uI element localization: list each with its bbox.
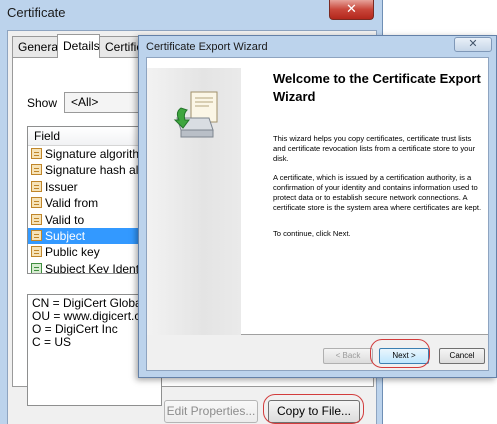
wizard-close-button[interactable]: ✕ [454, 37, 492, 52]
show-label: Show [27, 96, 58, 110]
field-label: Valid to [45, 212, 85, 227]
back-button[interactable]: < Back [323, 348, 373, 364]
tab-certification-path[interactable]: Certification Path [99, 36, 143, 57]
extension-field-icon [31, 262, 42, 273]
tab-details[interactable]: Details [57, 34, 100, 58]
certificate-field-icon [31, 229, 42, 241]
certificate-field-icon [31, 148, 42, 159]
wizard-heading: Welcome to the Certificate Export Wizard [273, 71, 481, 104]
certificate-field-icon [31, 246, 42, 258]
wizard-certificate-text: A certificate, which is issued by a cert… [273, 173, 482, 212]
next-button[interactable]: Next > [379, 348, 429, 364]
field-label: Issuer [45, 179, 78, 194]
tab-general-label: General [18, 40, 58, 54]
close-button[interactable]: ✕ [329, 0, 374, 20]
wizard-intro-text: This wizard helps you copy certificates,… [273, 134, 476, 163]
field-label: Signature algorithm [45, 147, 150, 161]
field-label: Subject [45, 228, 86, 243]
certificate-field-icon [31, 213, 42, 225]
wizard-body: Welcome to the Certificate Export Wizard… [146, 57, 489, 371]
edit-properties-button[interactable]: Edit Properties... [164, 400, 258, 423]
tab-details-label: Details [63, 39, 100, 53]
copy-to-file-button[interactable]: Copy to File... [268, 400, 360, 423]
field-label: Public key [45, 245, 100, 260]
wizard-title: Certificate Export Wizard [146, 41, 268, 53]
close-icon: ✕ [346, 1, 357, 16]
certificate-export-icon [173, 91, 218, 138]
certificate-titlebar[interactable]: Certificate ✕ [0, 0, 383, 30]
close-icon: ✕ [468, 38, 478, 50]
tab-general[interactable]: General [12, 36, 58, 57]
certificate-field-icon [31, 197, 42, 209]
wizard-content-panel: Welcome to the Certificate Export Wizard… [147, 58, 488, 335]
export-wizard-window: Certificate Export Wizard ✕ Welcome to t… [138, 35, 497, 378]
certificate-field-icon [31, 180, 42, 192]
wizard-side-panel [147, 68, 241, 335]
field-label: Valid from [45, 196, 99, 211]
cancel-button[interactable]: Cancel [439, 348, 485, 364]
certificate-title: Certificate [7, 5, 66, 20]
wizard-continue-text: To continue, click Next. [273, 229, 351, 238]
certificate-field-icon [31, 164, 42, 176]
